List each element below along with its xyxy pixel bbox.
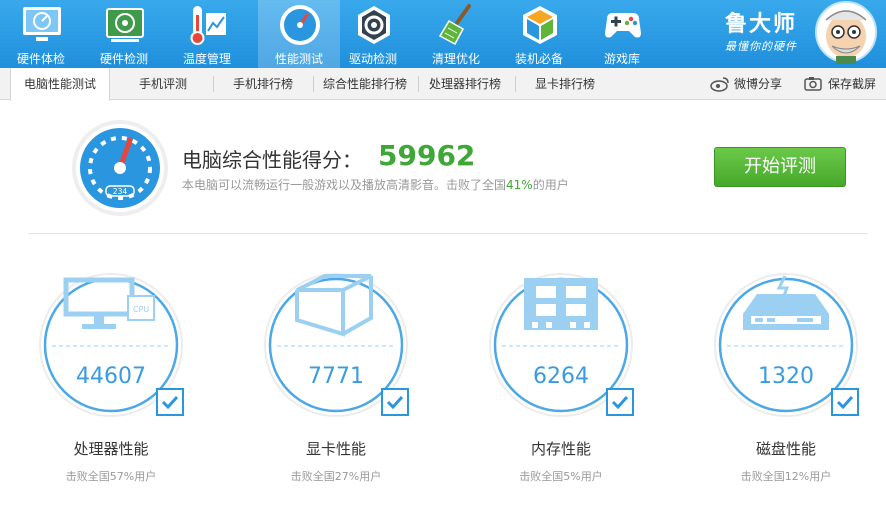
save-screenshot-label: 保存截屏 — [828, 77, 877, 91]
nav-item-install-essentials[interactable]: 装机必备 — [498, 0, 580, 68]
section-divider — [28, 233, 868, 234]
sub-tab-bar: 电脑性能测试 手机评测 手机排行榜 综合性能排行榜 处理器排行榜 显卡排行榜 微… — [0, 68, 886, 101]
tab-pc-performance[interactable]: 电脑性能测试 — [10, 68, 110, 101]
memory-score-value: 6264 — [533, 364, 589, 389]
hardware-checkup-icon — [23, 7, 61, 41]
tab-separator — [213, 76, 214, 92]
gauge-reading: 234 — [113, 187, 128, 196]
nav-label: 性能测试 — [274, 52, 323, 66]
brand-name: 鲁大师 — [725, 12, 798, 37]
performance-gauge-icon: 234 — [72, 120, 168, 216]
tab-overall-ranking[interactable]: 综合性能排行榜 — [316, 68, 414, 100]
driver-gear-icon — [358, 6, 390, 44]
tab-separator — [418, 76, 419, 92]
tab-separator — [515, 76, 516, 92]
disk-percentile-text: 击败全国12%用户 — [740, 470, 832, 483]
tab-phone-ranking[interactable]: 手机排行榜 — [218, 68, 308, 100]
score-desc-suffix: 的用户 — [532, 178, 569, 192]
gpu-performance-card[interactable]: 7771 显卡性能 击败全国27%用户 — [263, 272, 423, 492]
disk-score-value: 1320 — [758, 364, 814, 389]
memory-percentile-text: 击败全国5%用户 — [519, 470, 603, 483]
top-navigation-bar: 硬件体检 硬件检测 温度管理 性能测试 驱动检测 清理优化 装机必备 游戏库 鲁… — [0, 0, 886, 68]
brand-slogan: 最懂你的硬件 — [725, 40, 797, 53]
tab-gpu-ranking[interactable]: 显卡排行榜 — [520, 68, 610, 100]
check-icon — [606, 388, 634, 416]
nav-item-performance-test[interactable]: 性能测试 — [258, 0, 340, 68]
cpu-performance-title: 处理器性能 — [73, 440, 149, 458]
performance-gauge-icon — [280, 5, 320, 45]
check-icon — [381, 388, 409, 416]
memory-chip-icon — [524, 278, 598, 330]
weibo-share-button[interactable]: 微博分享 — [710, 68, 790, 100]
cpu-performance-card[interactable]: CPU 44607 处理器性能 击败全国57%用户 — [38, 272, 198, 492]
disk-performance-card[interactable]: 1320 磁盘性能 击败全国12%用户 — [713, 272, 873, 492]
tab-phone-review[interactable]: 手机评测 — [118, 68, 208, 100]
nav-item-temperature[interactable]: 温度管理 — [166, 0, 248, 68]
nav-label: 硬件体检 — [16, 52, 65, 66]
gpu-score-value: 7771 — [308, 364, 364, 389]
camera-icon — [804, 77, 822, 91]
disk-performance-title: 磁盘性能 — [755, 440, 816, 458]
score-description: 本电脑可以流畅运行一般游戏以及播放高清影音。击败了全国41%的用户 — [182, 176, 569, 193]
svg-text:CPU: CPU — [133, 305, 149, 314]
overall-score-value: 59962 — [378, 139, 476, 172]
nav-item-clean-optimize[interactable]: 清理优化 — [415, 0, 497, 68]
nav-label: 硬件检测 — [99, 52, 148, 66]
gamepad-icon — [605, 13, 641, 38]
check-icon — [156, 388, 184, 416]
install-box-icon — [523, 6, 557, 44]
start-benchmark-button[interactable]: 开始评测 — [714, 147, 846, 187]
nav-label: 游戏库 — [603, 52, 640, 66]
nav-item-hardware-checkup[interactable]: 硬件体检 — [0, 0, 82, 68]
weibo-icon — [710, 77, 729, 92]
memory-performance-card[interactable]: 6264 内存性能 击败全国5%用户 — [488, 272, 648, 492]
score-desc-percent: 41% — [506, 178, 533, 192]
save-screenshot-button[interactable]: 保存截屏 — [804, 68, 886, 100]
check-icon — [831, 388, 859, 416]
cpu-percentile-text: 击败全国57%用户 — [65, 470, 157, 483]
hardware-detect-icon — [106, 8, 144, 42]
nav-label: 清理优化 — [431, 52, 480, 66]
tab-cpu-ranking[interactable]: 处理器排行榜 — [420, 68, 510, 100]
weibo-share-label: 微博分享 — [734, 77, 783, 91]
nav-item-driver-detect[interactable]: 驱动检测 — [332, 0, 414, 68]
gpu-percentile-text: 击败全国27%用户 — [290, 470, 382, 483]
mascot-avatar[interactable] — [810, 0, 880, 64]
broom-icon — [438, 4, 471, 46]
memory-performance-title: 内存性能 — [530, 440, 591, 458]
nav-label: 装机必备 — [514, 52, 563, 66]
nav-label: 驱动检测 — [348, 52, 397, 66]
temperature-icon — [190, 6, 226, 45]
score-desc-prefix: 本电脑可以流畅运行一般游戏以及播放高清影音。击败了全国 — [182, 178, 507, 192]
nav-item-hardware-detect[interactable]: 硬件检测 — [83, 0, 165, 68]
brand-logo: 鲁大师 最懂你的硬件 — [720, 4, 810, 64]
nav-item-game-library[interactable]: 游戏库 — [581, 0, 663, 68]
cpu-score-value: 44607 — [76, 364, 146, 389]
score-title: 电脑综合性能得分： — [182, 148, 362, 172]
nav-label: 温度管理 — [182, 52, 231, 66]
tab-separator — [313, 76, 314, 92]
gpu-performance-title: 显卡性能 — [305, 440, 366, 458]
